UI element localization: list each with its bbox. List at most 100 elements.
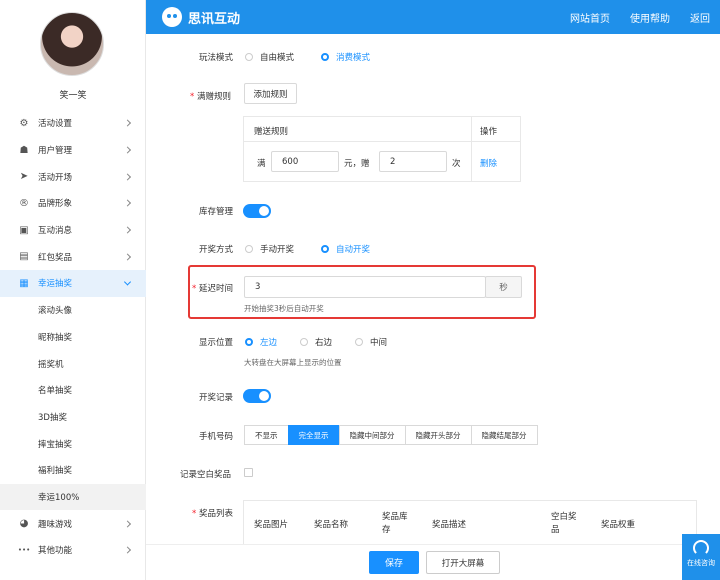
empty-prize-checkbox[interactable] bbox=[244, 468, 253, 477]
sidebar-subitem-slot-machine[interactable]: 摇奖机 bbox=[0, 350, 146, 377]
count-input[interactable]: 2 bbox=[379, 151, 447, 172]
brand-name: 思讯互动 bbox=[188, 12, 241, 27]
save-button[interactable]: 保存 bbox=[369, 551, 419, 574]
radio-free-mode[interactable]: 自由模式 bbox=[245, 51, 294, 63]
sidebar-subitem-list-draw[interactable]: 名单抽奖 bbox=[0, 377, 146, 404]
top-nav: 网站首页 使用帮助 返回 bbox=[570, 10, 710, 25]
col-prize-stock: 奖品库存 bbox=[382, 512, 408, 535]
radio-center[interactable]: 中间 bbox=[355, 336, 387, 348]
registered-icon: ® bbox=[19, 197, 29, 209]
rule-prefix: 满 bbox=[257, 159, 266, 169]
radio-auto-draw[interactable]: 自动开奖 bbox=[321, 243, 370, 255]
gear-icon: ⚙ bbox=[19, 117, 29, 129]
phone-display-segment: 不显示 完全显示 隐藏中间部分 隐藏开头部分 隐藏结尾部分 bbox=[244, 425, 538, 445]
sidebar-item-label: 红包奖品 bbox=[38, 252, 73, 263]
radio-consume-mode[interactable]: 消费模式 bbox=[321, 51, 370, 63]
radio-circle bbox=[245, 245, 253, 253]
radio-label: 左边 bbox=[260, 338, 278, 348]
position-hint: 大转盘在大屏幕上显示的位置 bbox=[244, 358, 342, 367]
sidebar-subitem-treasure-draw[interactable]: 摔宝抽奖 bbox=[0, 430, 146, 457]
chevron-right-icon bbox=[123, 226, 132, 234]
sidebar-subitem-lucky-100[interactable]: 幸运100% bbox=[0, 483, 146, 511]
radio-circle bbox=[321, 53, 329, 61]
lottery-icon: ▦ bbox=[19, 277, 29, 289]
delay-hint: 开始抽奖3秒后自动开奖 bbox=[244, 304, 324, 313]
phone-option-hide-middle[interactable]: 隐藏中间部分 bbox=[338, 425, 406, 445]
open-big-screen-button[interactable]: 打开大屏幕 bbox=[426, 551, 500, 574]
sidebar-subitem-welfare-draw[interactable]: 福利抽奖 bbox=[0, 457, 146, 484]
col-prize-desc: 奖品描述 bbox=[432, 520, 467, 530]
phone-option-hide-end[interactable]: 隐藏结尾部分 bbox=[470, 425, 538, 445]
col-prize-name: 奖品名称 bbox=[314, 520, 349, 530]
send-icon: ➤ bbox=[19, 171, 29, 183]
amount-input[interactable]: 600 bbox=[271, 151, 339, 172]
phone-option-full[interactable]: 完全显示 bbox=[287, 425, 340, 445]
top-header: 思讯互动 网站首页 使用帮助 返回 bbox=[146, 0, 720, 34]
add-rule-button[interactable]: 添加规则 bbox=[244, 83, 297, 104]
nav-home-link[interactable]: 网站首页 bbox=[570, 10, 610, 25]
consult-label: 在线咨询 bbox=[687, 559, 715, 567]
chevron-right-icon bbox=[123, 199, 132, 207]
more-icon: ••• bbox=[17, 546, 31, 555]
phone-option-hide[interactable]: 不显示 bbox=[244, 425, 289, 445]
empty-prize-label: 记录空白奖品 bbox=[180, 470, 232, 480]
sidebar-subitem-3d-draw[interactable]: 3D抽奖 bbox=[0, 404, 146, 431]
sidebar-item-interactive-messages[interactable]: ▣ 互动消息 bbox=[0, 217, 146, 244]
sidebar-item-label: 用户管理 bbox=[38, 146, 73, 157]
user-icon: ☗ bbox=[19, 144, 29, 156]
col-empty-prize: 空白奖品 bbox=[551, 512, 577, 535]
sidebar-menu: ⚙ 活动设置 ☗ 用户管理 ➤ 活动开场 ® 品牌形象 ▣ 互动消息 ▤ 红包奖品 ▦ 幸运抽… bbox=[0, 110, 146, 564]
sidebar-subitem-scroll-avatar[interactable]: 滚动头像 bbox=[0, 297, 146, 324]
sidebar-item-user-management[interactable]: ☗ 用户管理 bbox=[0, 137, 146, 164]
radio-circle bbox=[355, 338, 363, 346]
draw-mode-label: 开奖方式 bbox=[199, 245, 234, 255]
sidebar-item-other-functions[interactable]: ••• 其他功能 bbox=[0, 537, 146, 564]
sidebar-item-label: 其他功能 bbox=[38, 546, 73, 557]
gift-rule-label: 满赠规则 bbox=[190, 90, 231, 102]
sidebar-subitem-nickname-draw[interactable]: 昵称抽奖 bbox=[0, 324, 146, 351]
sidebar: 笑一笑 ⚙ 活动设置 ☗ 用户管理 ➤ 活动开场 ® 品牌形象 ▣ 互动消息 ▤ 红包奖品 … bbox=[0, 0, 146, 580]
sidebar-item-label: 活动开场 bbox=[38, 172, 73, 183]
sidebar-item-label: 互动消息 bbox=[38, 226, 73, 237]
chevron-right-icon bbox=[123, 546, 132, 554]
nav-back-link[interactable]: 返回 bbox=[690, 10, 710, 25]
delete-rule-link[interactable]: 删除 bbox=[480, 157, 497, 169]
gift-icon: ▤ bbox=[19, 251, 29, 263]
chevron-right-icon bbox=[123, 520, 132, 528]
prize-list-table: 奖品图片 奖品名称 奖品库存 奖品描述 空白奖品 奖品权重 bbox=[243, 500, 697, 550]
phone-option-hide-start[interactable]: 隐藏开头部分 bbox=[404, 425, 472, 445]
radio-left[interactable]: 左边 bbox=[245, 336, 277, 348]
sidebar-item-lucky-draw[interactable]: ▦ 幸运抽奖 bbox=[0, 270, 146, 297]
sidebar-item-red-packet-prizes[interactable]: ▤ 红包奖品 bbox=[0, 243, 146, 270]
radio-right[interactable]: 右边 bbox=[300, 336, 332, 348]
radio-manual-draw[interactable]: 手动开奖 bbox=[245, 243, 294, 255]
avatar[interactable] bbox=[40, 12, 104, 76]
radio-circle bbox=[321, 245, 329, 253]
chevron-right-icon bbox=[123, 253, 132, 261]
sidebar-item-label: 品牌形象 bbox=[38, 199, 73, 210]
sidebar-item-fun-games[interactable]: ◕ 趣味游戏 bbox=[0, 510, 146, 537]
radio-label: 中间 bbox=[370, 338, 388, 348]
stock-toggle[interactable] bbox=[243, 204, 271, 218]
sidebar-item-brand-image[interactable]: ® 品牌形象 bbox=[0, 190, 146, 217]
headset-icon bbox=[693, 540, 709, 556]
nav-help-link[interactable]: 使用帮助 bbox=[630, 10, 670, 25]
col-gift-rule: 赠送规则 bbox=[254, 127, 289, 137]
username: 笑一笑 bbox=[59, 91, 87, 101]
sidebar-item-activity-settings[interactable]: ⚙ 活动设置 bbox=[0, 110, 146, 137]
delay-label: 延迟时间 bbox=[192, 282, 233, 294]
phone-label: 手机号码 bbox=[199, 432, 234, 442]
chevron-right-icon bbox=[123, 119, 132, 127]
delay-unit-addon: 秒 bbox=[485, 276, 522, 298]
radio-label: 自动开奖 bbox=[336, 245, 371, 255]
record-toggle[interactable] bbox=[243, 389, 271, 403]
online-consult-button[interactable]: 在线咨询 bbox=[682, 534, 720, 580]
sidebar-item-activity-opening[interactable]: ➤ 活动开场 bbox=[0, 163, 146, 190]
sidebar-item-label: 活动设置 bbox=[38, 119, 73, 130]
col-prize-image: 奖品图片 bbox=[254, 520, 289, 530]
chevron-right-icon bbox=[123, 146, 132, 154]
play-mode-label: 玩法模式 bbox=[199, 53, 234, 63]
delay-input[interactable]: 3 bbox=[244, 276, 486, 298]
game-icon: ◕ bbox=[19, 518, 29, 530]
logo-icon bbox=[162, 7, 182, 27]
